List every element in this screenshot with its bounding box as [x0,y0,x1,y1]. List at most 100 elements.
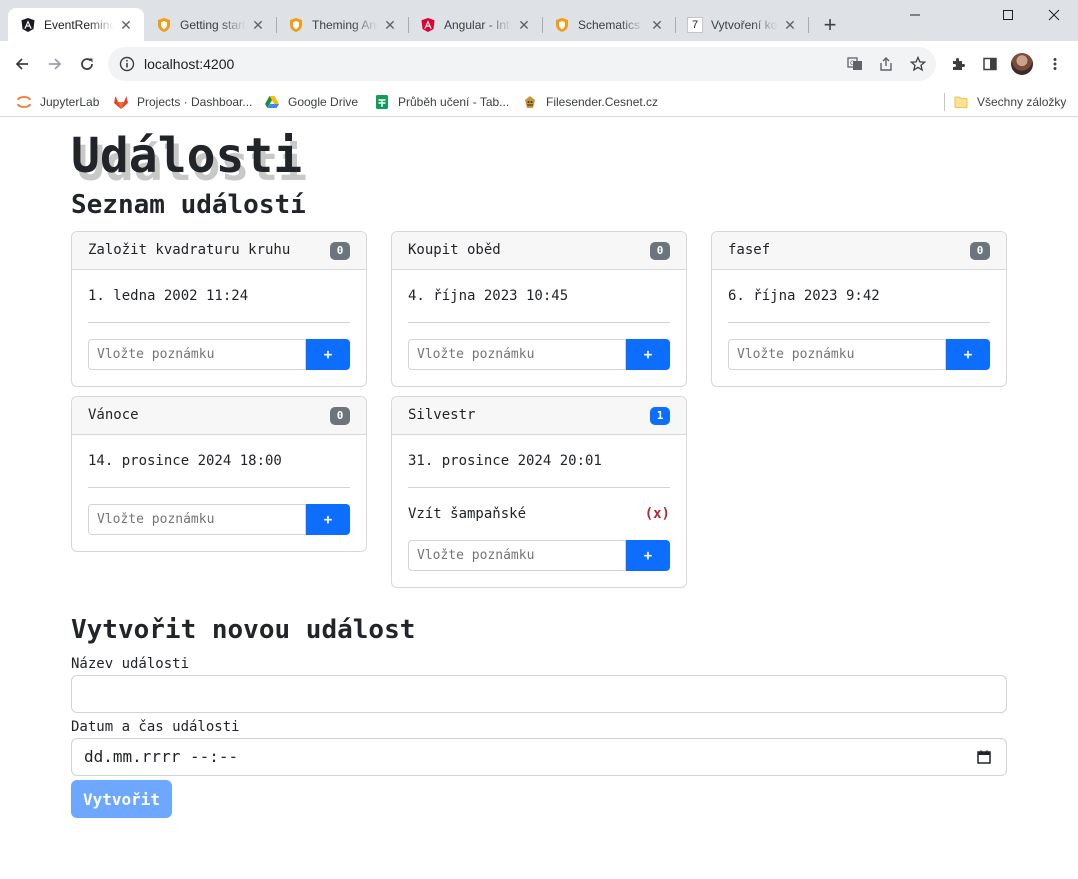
shield-icon [156,17,172,33]
event-date: 1. ledna 2002 11:24 [88,270,350,323]
note-item: Vzít šampaňské (x) [408,488,670,540]
event-list-heading: Seznam událostí [71,190,306,220]
bookmark-star-icon[interactable] [909,55,927,73]
gitlab-icon [113,94,129,110]
bookmark-label: Google Drive [288,95,359,109]
note-input[interactable] [408,540,626,571]
event-card: Založit kvadraturu kruhu 0 1. ledna 2002… [71,231,367,387]
close-tab-icon[interactable]: ✕ [782,17,798,33]
event-name: Založit kvadraturu kruhu [88,242,291,258]
event-name-label: Název události [71,656,190,672]
google-drive-icon [264,94,280,110]
event-card: Koupit oběd 0 4. října 2023 10:45 + [391,231,687,387]
translate-icon[interactable]: G [846,55,864,73]
bookmark-label: Projects · Dashboar... [137,95,253,109]
forward-arrow-icon[interactable] [41,50,69,78]
close-tab-icon[interactable]: ✕ [516,17,532,33]
folder-icon [953,94,969,110]
address-bar[interactable]: localhost:4200 G [108,47,936,81]
bookmark-filesender[interactable]: Filesender.Cesnet.cz [522,91,658,113]
svg-text:G: G [850,60,855,67]
note-input-group: + [408,339,670,370]
tab-schematics[interactable]: Schematics | Angular ✕ [542,8,676,41]
close-window-icon[interactable] [1031,0,1077,30]
bookmark-google-drive[interactable]: Google Drive [264,91,358,113]
bookmark-label: Filesender.Cesnet.cz [546,95,659,109]
all-bookmarks-folder[interactable]: Všechny záložky [953,91,1066,113]
event-card: Vánoce 0 14. prosince 2024 18:00 + [71,396,367,552]
maximize-icon[interactable] [985,0,1031,30]
event-card-header: Založit kvadraturu kruhu 0 [72,232,366,270]
angular-red-icon [420,17,436,33]
tab-eventreminder[interactable]: EventReminder ✕ [8,8,144,41]
close-tab-icon[interactable]: ✕ [250,17,266,33]
tab-vytvoreni-komponenty[interactable]: 7 Vytvoření komponenty ✕ [675,8,809,41]
url-text: localhost:4200 [144,56,235,72]
bookmark-jupyterlab[interactable]: JupyterLab [16,91,99,113]
tab-getting-started[interactable]: Getting started ✕ [144,8,277,41]
reload-icon[interactable] [73,50,101,78]
event-datetime-input[interactable]: dd.mm.rrrr --:-- [71,738,1007,776]
browser-toolbar: localhost:4200 G [0,41,1078,87]
note-input-group: + [408,540,670,571]
add-note-button[interactable]: + [626,339,670,370]
seven-icon: 7 [687,16,703,33]
note-input-group: + [88,339,350,370]
event-name: Koupit oběd [408,242,501,258]
tab-angular-intro[interactable]: Angular - Introduction ✕ [408,8,543,41]
bookmark-label: Všechny záložky [977,95,1067,109]
note-count-badge: 0 [970,242,990,260]
event-date: 14. prosince 2024 18:00 [88,435,350,488]
site-info-icon[interactable] [119,56,135,75]
note-input[interactable] [408,339,626,370]
note-count-badge: 0 [330,407,350,425]
event-name-input[interactable] [71,675,1007,713]
bookmark-projects[interactable]: Projects · Dashboar... [113,91,252,113]
bookmark-label: Průběh učení - Tab... [398,95,510,109]
datetime-placeholder: dd.mm.rrrr --:-- [84,747,239,766]
bookmark-prubeh-uceni[interactable]: Průběh učení - Tab... [374,91,509,113]
event-date: 6. října 2023 9:42 [728,270,990,323]
angular-icon [20,17,36,33]
note-input-group: + [728,339,990,370]
page-title-text: Události [71,128,303,184]
tab-theming-angular[interactable]: Theming Angular ✕ [276,8,409,41]
close-tab-icon[interactable]: ✕ [382,17,398,33]
event-card: Silvestr 1 31. prosince 2024 20:01 Vzít … [391,396,687,588]
event-name: fasef [728,242,771,258]
event-card-header: Koupit oběd 0 [392,232,686,270]
sheets-icon [374,94,390,110]
close-tab-icon[interactable]: ✕ [649,17,665,33]
calendar-icon[interactable] [976,749,992,765]
profile-avatar[interactable] [1011,53,1033,75]
note-input[interactable] [88,339,306,370]
minimize-icon[interactable] [892,0,938,30]
back-arrow-icon[interactable] [8,50,36,78]
close-tab-icon[interactable]: ✕ [118,17,134,33]
filesender-icon [522,94,538,110]
new-tab-button[interactable]: + [818,14,842,38]
menu-kebab-icon[interactable] [1045,54,1065,74]
note-input[interactable] [88,504,306,535]
delete-note-button[interactable]: (x) [645,488,670,540]
event-datetime-label: Datum a čas události [71,719,240,735]
share-icon[interactable] [877,55,895,73]
add-note-button[interactable]: + [626,540,670,571]
event-date: 4. října 2023 10:45 [408,270,670,323]
shield-icon [554,17,570,33]
event-name: Silvestr [408,407,476,423]
page-title: Události Události [71,128,307,192]
note-count-badge: 0 [650,242,670,260]
add-note-button[interactable]: + [306,504,350,535]
add-note-button[interactable]: + [946,339,990,370]
add-note-button[interactable]: + [306,339,350,370]
side-panel-icon[interactable] [980,54,1000,74]
event-card: fasef 0 6. října 2023 9:42 + [711,231,1007,387]
extensions-puzzle-icon[interactable] [948,54,968,74]
event-card-header: Silvestr 1 [392,397,686,435]
bookmarks-bar: JupyterLab Projects · Dashboar... Google… [0,87,1078,117]
note-count-badge: 1 [650,407,670,425]
note-input[interactable] [728,339,946,370]
event-card-header: Vánoce 0 [72,397,366,435]
create-event-button[interactable]: Vytvořit [71,780,172,818]
